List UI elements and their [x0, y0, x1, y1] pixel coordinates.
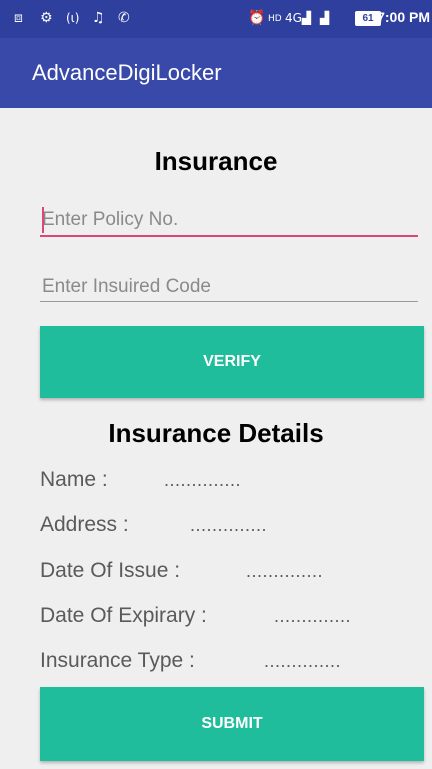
submit-button[interactable]: SUBMIT [40, 687, 424, 761]
verify-button[interactable]: VERIFY [40, 326, 424, 398]
screenshot-icon: ⧈ [14, 10, 23, 26]
hotspot-icon: (ι) [66, 11, 80, 25]
name-label: Name : [40, 468, 108, 491]
music-icon: ♫ [92, 10, 105, 26]
address-label: Address : [40, 513, 129, 536]
status-bar: ⧈ ⚙ (ι) ♫ ✆ ⏰ HD 4G▟ ▟ 61 7:00 PM [0, 0, 432, 38]
insurance-details-heading: Insurance Details [108, 418, 324, 448]
app-title: AdvanceDigiLocker [32, 60, 222, 85]
alarm-icon: ⏰ [248, 10, 266, 26]
hd-icon: HD [268, 14, 282, 24]
date-of-expiry-value: .............. [274, 606, 352, 626]
name-value: .............. [164, 470, 242, 490]
phone-icon: ✆ [118, 10, 130, 26]
text-cursor [42, 207, 44, 233]
insured-code-input[interactable] [40, 272, 418, 302]
address-value: .............. [190, 515, 268, 535]
signal-icon: ▟ [320, 11, 330, 25]
policy-number-input[interactable] [40, 205, 418, 237]
signal-4g-icon: 4G▟ [285, 11, 312, 25]
date-of-issue-value: .............. [246, 561, 324, 581]
status-time: 7:00 PM [377, 9, 430, 25]
insurance-type-value: .............. [264, 651, 342, 671]
app-bar: AdvanceDigiLocker [0, 38, 432, 108]
date-of-issue-label: Date Of Issue : [40, 559, 181, 582]
insurance-type-label: Insurance Type : [40, 649, 195, 672]
settings-icon: ⚙ [40, 10, 53, 26]
date-of-expiry-label: Date Of Expirary : [40, 604, 207, 627]
insurance-heading: Insurance [154, 146, 278, 176]
